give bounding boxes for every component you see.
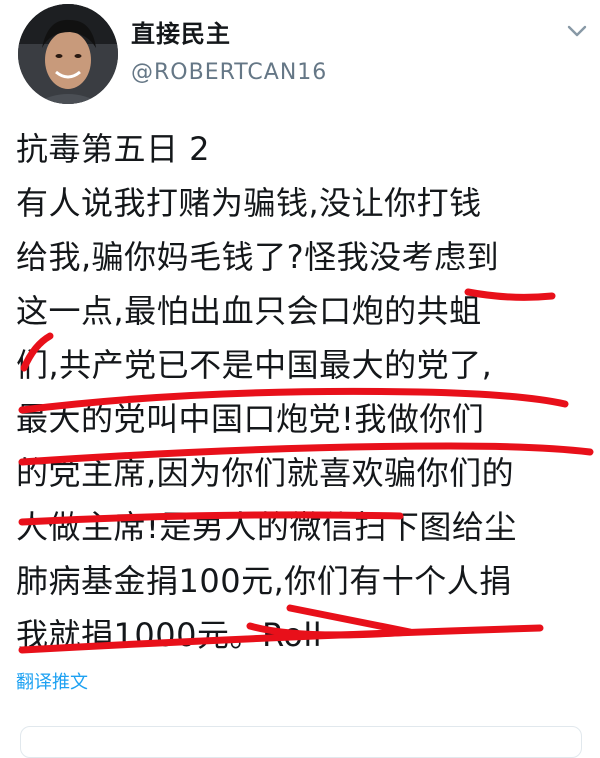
tweet-text: 抗毒第五日 2 有人说我打赌为骗钱,没让你打钱 给我,骗你妈毛钱了?怪我没考虑到… bbox=[16, 122, 591, 662]
chevron-down-icon[interactable] bbox=[566, 22, 588, 40]
tweet-line: 给我,骗你妈毛钱了?怪我没考虑到 bbox=[16, 238, 500, 276]
avatar[interactable] bbox=[18, 4, 118, 104]
display-name[interactable]: 直接民主 bbox=[131, 14, 231, 49]
tweet-line: 我就捐1000元。Roll bbox=[16, 616, 323, 654]
user-handle[interactable]: @ROBERTCAN16 bbox=[131, 60, 327, 85]
tweet-line: 们,共产党已不是中国最大的党了, bbox=[16, 346, 493, 384]
tweet-line: 有人说我打赌为骗钱,没让你打钱 bbox=[16, 184, 482, 222]
tweet-line: 抗毒第五日 2 bbox=[16, 130, 211, 168]
avatar-photo bbox=[18, 4, 118, 104]
tweet-line: 人做主席!是男人的微信扫下图给尘 bbox=[16, 508, 517, 546]
tweet-header: 直接民主 @ROBERTCAN16 bbox=[0, 0, 600, 110]
tweet-line: 最大的党叫中国口炮党!我做你们 bbox=[16, 400, 485, 438]
translate-tweet-link[interactable]: 翻译推文 bbox=[16, 668, 88, 694]
tweet-line: 肺病基金捐100元,你们有十个人捐 bbox=[16, 562, 512, 600]
tweet-line: 的党主席,因为你们就喜欢骗你们的 bbox=[16, 454, 515, 492]
tweet-line: 这一点,最怕出血只会口炮的共蛆 bbox=[16, 292, 482, 330]
next-card-edge bbox=[20, 726, 582, 758]
